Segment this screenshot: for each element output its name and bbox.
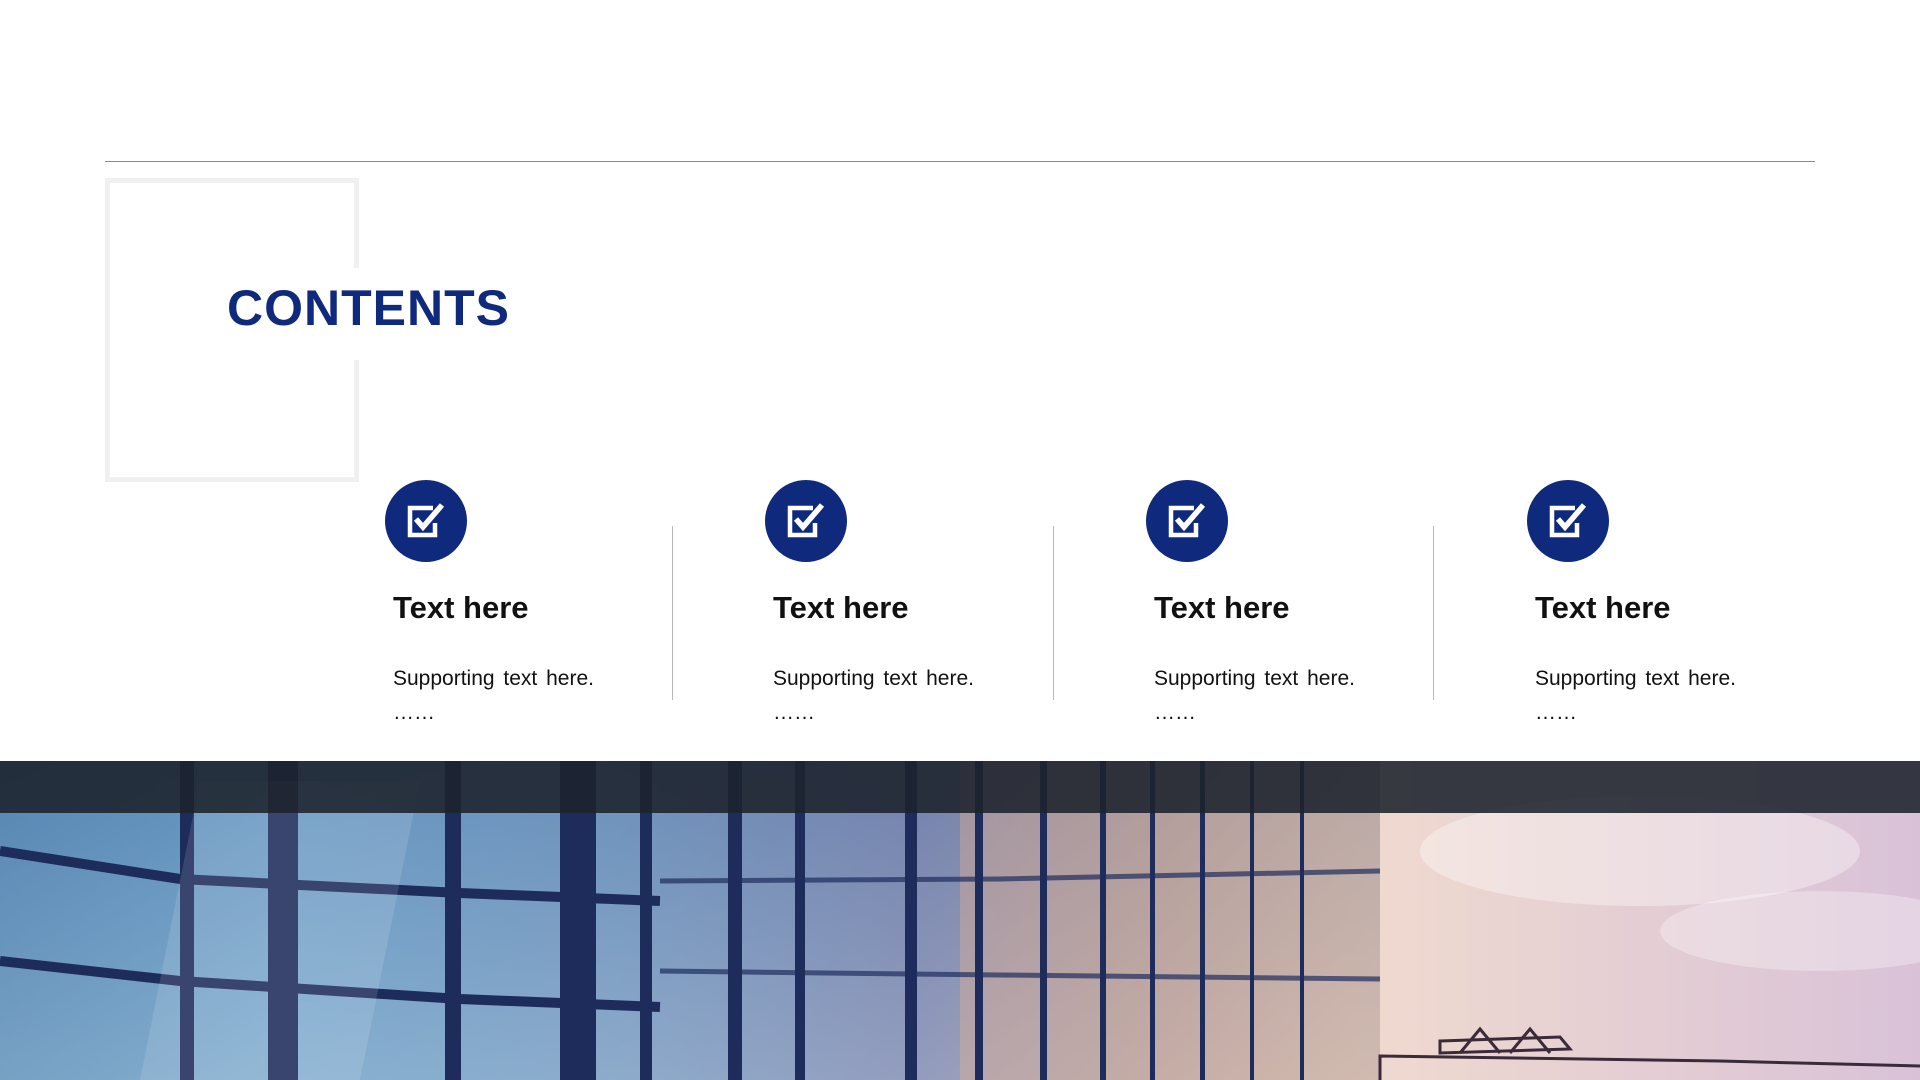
contents-title: CONTENTS	[227, 280, 510, 336]
checkbox-check-icon	[385, 480, 467, 562]
photo-dark-band	[0, 761, 1920, 813]
contents-item-ellipsis: ……	[1154, 701, 1196, 724]
column-divider	[1433, 526, 1434, 700]
checkbox-check-icon	[1527, 480, 1609, 562]
column-divider	[1053, 526, 1054, 700]
contents-item-title: Text here	[393, 590, 529, 625]
contents-item-description: Supporting text here.	[393, 667, 594, 690]
building-photo	[0, 761, 1920, 1080]
contents-item-title: Text here	[773, 590, 909, 625]
column-divider	[672, 526, 673, 700]
contents-item-ellipsis: ……	[393, 701, 435, 724]
contents-item-title: Text here	[1535, 590, 1671, 625]
contents-item-description: Supporting text here.	[1535, 667, 1736, 690]
contents-item-description: Supporting text here.	[1154, 667, 1355, 690]
contents-item-title: Text here	[1154, 590, 1290, 625]
contents-item-ellipsis: ……	[773, 701, 815, 724]
slide: CONTENTS Text here Supporting text here.…	[0, 0, 1920, 1080]
contents-item-ellipsis: ……	[1535, 701, 1577, 724]
contents-item-description: Supporting text here.	[773, 667, 974, 690]
checkbox-check-icon	[1146, 480, 1228, 562]
checkbox-check-icon	[765, 480, 847, 562]
top-divider-line	[105, 161, 1815, 162]
